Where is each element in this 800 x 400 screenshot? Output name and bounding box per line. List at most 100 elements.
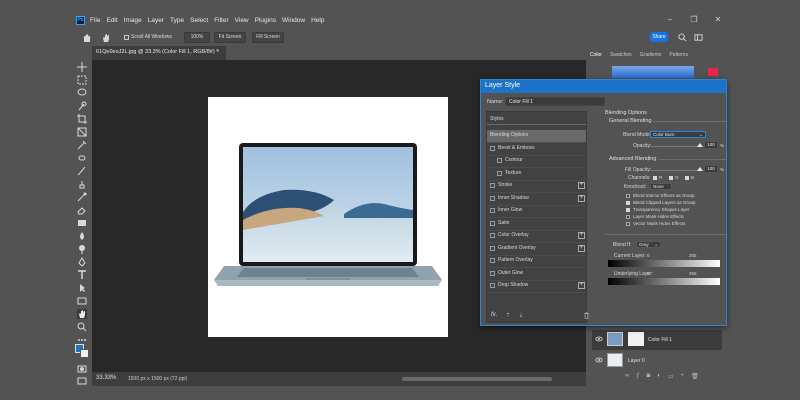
- style-checkbox[interactable]: [490, 283, 495, 288]
- add-style-icon[interactable]: +: [578, 282, 585, 289]
- style-row-pattern-overlay[interactable]: Pattern Overlay: [487, 255, 586, 267]
- tab-color[interactable]: Color: [590, 52, 602, 58]
- fill-opacity-slider-thumb[interactable]: [697, 167, 703, 171]
- style-row-inner-shadow[interactable]: Inner Shadow +: [487, 193, 586, 205]
- blend-mode-select[interactable]: Color Burn ⌄: [650, 131, 706, 138]
- blend-clipped-layers-as-group-checkbox[interactable]: [626, 201, 630, 205]
- workspace-icon[interactable]: [694, 33, 703, 42]
- add-style-icon[interactable]: +: [578, 182, 585, 189]
- fit-screen-button[interactable]: Fit Screen: [214, 32, 246, 43]
- blur-tool-icon[interactable]: [77, 231, 87, 241]
- hand-tool-icon[interactable]: [77, 309, 87, 319]
- style-checkbox[interactable]: [490, 233, 495, 238]
- pen-tool-icon[interactable]: [77, 257, 87, 267]
- zoom-level[interactable]: 33.33%: [96, 375, 116, 381]
- menu-window[interactable]: Window: [282, 16, 305, 26]
- quick-select-tool-icon[interactable]: [77, 101, 87, 111]
- trash-icon[interactable]: [583, 312, 590, 319]
- close-icon[interactable]: ✕: [714, 15, 722, 25]
- menu-edit[interactable]: Edit: [106, 16, 117, 26]
- style-checkbox[interactable]: [490, 245, 495, 251]
- opacity-slider-thumb[interactable]: [697, 143, 703, 147]
- home-icon[interactable]: [82, 33, 92, 43]
- style-row-satin[interactable]: Satin: [487, 218, 586, 230]
- gradient-tool-icon[interactable]: [77, 218, 87, 228]
- style-checkbox[interactable]: [490, 195, 495, 201]
- style-checkbox[interactable]: [497, 170, 502, 176]
- tab-patterns[interactable]: Patterns: [669, 52, 688, 58]
- search-icon[interactable]: [678, 33, 687, 42]
- style-row-contour[interactable]: Contour: [487, 155, 586, 167]
- style-row-blending-options[interactable]: Blending Options: [487, 130, 586, 142]
- adjustment-icon[interactable]: ◐: [657, 373, 661, 380]
- lasso-tool-icon[interactable]: [77, 88, 87, 98]
- crop-tool-icon[interactable]: [77, 114, 87, 124]
- menu-file[interactable]: File: [90, 16, 100, 26]
- hand-tool-icon[interactable]: [101, 33, 111, 43]
- mask-icon[interactable]: ◙: [647, 373, 651, 380]
- menu-select[interactable]: Select: [190, 16, 208, 26]
- layer-row[interactable]: Layer 0: [592, 351, 722, 369]
- fx-icon[interactable]: ƒ: [636, 373, 639, 380]
- style-row-stroke[interactable]: Stroke +: [487, 180, 586, 192]
- eraser-tool-icon[interactable]: [77, 205, 87, 215]
- path-selection-tool-icon[interactable]: [77, 283, 87, 293]
- fill-opacity-value[interactable]: 100: [705, 166, 717, 172]
- add-style-icon[interactable]: +: [578, 194, 585, 202]
- tab-swatches[interactable]: Swatches: [610, 52, 632, 58]
- layer-row[interactable]: Color Fill 1: [592, 330, 722, 350]
- style-row-bevel-emboss[interactable]: Bevel & Emboss: [487, 143, 586, 155]
- fx-menu-button[interactable]: fx.: [491, 312, 497, 319]
- channel-b-checkbox[interactable]: [685, 176, 689, 180]
- quick-mask-icon[interactable]: [77, 364, 87, 374]
- move-up-icon[interactable]: ⇡: [505, 312, 510, 319]
- menu-type[interactable]: Type: [170, 16, 184, 26]
- restore-icon[interactable]: ❐: [690, 15, 698, 25]
- blend-interior-effects-as-group-checkbox[interactable]: [626, 194, 630, 198]
- marquee-tool-icon[interactable]: [77, 75, 87, 85]
- style-checkbox[interactable]: [490, 270, 495, 276]
- share-button[interactable]: Share: [650, 32, 668, 42]
- scroll-all-checkbox[interactable]: [124, 35, 129, 40]
- opacity-slider[interactable]: [650, 146, 700, 147]
- menu-filter[interactable]: Filter: [214, 16, 228, 26]
- fill-opacity-slider[interactable]: [650, 170, 700, 171]
- blend-if-select[interactable]: Gray ⌄: [636, 241, 661, 248]
- fill-screen-button[interactable]: Fill Screen: [252, 32, 284, 43]
- photoshop-logo-icon[interactable]: Ps: [76, 16, 85, 25]
- clone-stamp-tool-icon[interactable]: [77, 179, 87, 189]
- scroll-all-windows[interactable]: Scroll All Windows: [124, 34, 172, 41]
- layer-name[interactable]: Layer 0: [628, 358, 645, 364]
- zoom-tool-icon[interactable]: [77, 322, 87, 332]
- style-row-inner-glow[interactable]: Inner Glow: [487, 205, 586, 217]
- dodge-tool-icon[interactable]: [77, 244, 87, 254]
- layer-name-input[interactable]: [505, 97, 605, 106]
- menu-image[interactable]: Image: [124, 16, 142, 26]
- tab-gradients[interactable]: Gradients: [640, 52, 662, 58]
- horizontal-scrollbar[interactable]: [402, 377, 552, 381]
- visibility-eye-icon[interactable]: [595, 335, 603, 343]
- add-style-icon[interactable]: +: [578, 232, 585, 239]
- style-row-outer-glow[interactable]: Outer Glow: [487, 268, 586, 280]
- zoom-100-button[interactable]: 100%: [184, 32, 210, 43]
- style-row-color-overlay[interactable]: Color Overlay +: [487, 230, 586, 242]
- transparency-shapes-layer-checkbox[interactable]: [626, 208, 630, 212]
- style-checkbox[interactable]: [490, 183, 495, 188]
- group-icon[interactable]: ▭: [668, 373, 674, 380]
- layer-mask-hides-effects-checkbox[interactable]: [626, 215, 630, 219]
- visibility-eye-icon[interactable]: [595, 356, 603, 364]
- brush-tool-icon[interactable]: [77, 166, 87, 176]
- healing-brush-tool-icon[interactable]: [77, 153, 87, 163]
- rectangle-tool-icon[interactable]: [77, 296, 87, 306]
- color-picker-ramp[interactable]: [612, 66, 694, 78]
- link-icon[interactable]: ∞: [625, 373, 629, 380]
- underlying-layer-gradient[interactable]: [608, 278, 720, 285]
- background-color-swatch[interactable]: [80, 349, 89, 358]
- style-checkbox[interactable]: [490, 258, 495, 263]
- move-tool-icon[interactable]: [77, 62, 87, 72]
- eyedropper-tool-icon[interactable]: [77, 140, 87, 150]
- knockout-select[interactable]: None: [650, 183, 672, 190]
- history-brush-tool-icon[interactable]: [77, 192, 87, 202]
- frame-tool-icon[interactable]: [77, 127, 87, 137]
- style-checkbox[interactable]: [490, 208, 495, 213]
